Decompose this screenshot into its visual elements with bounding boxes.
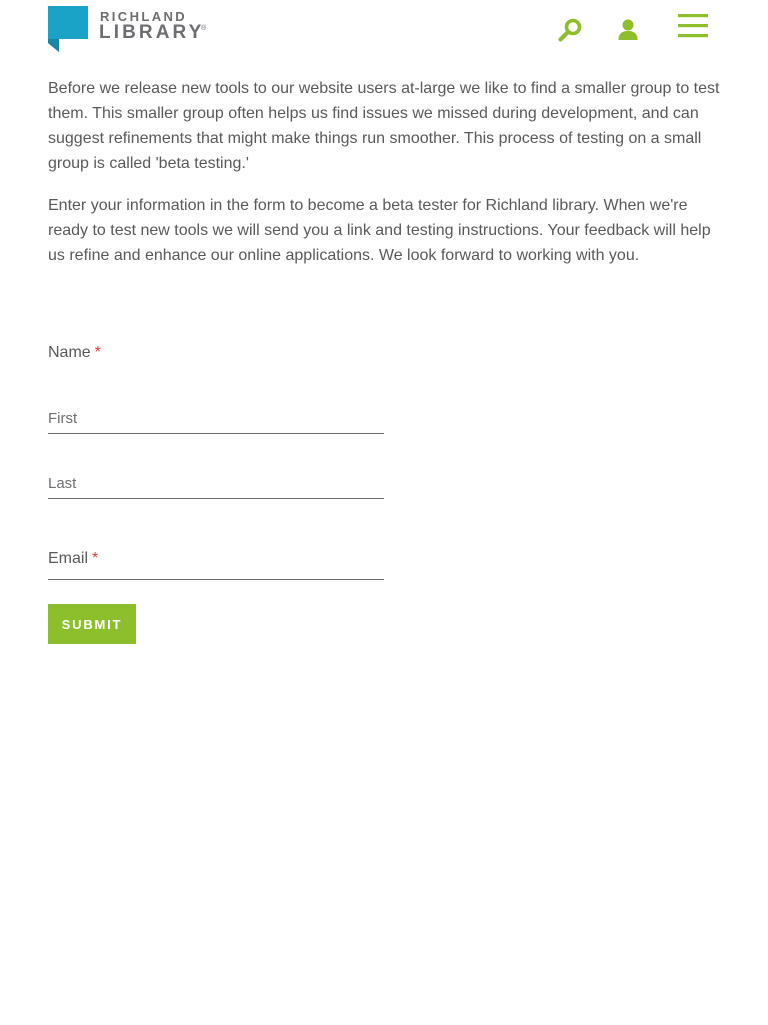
email-field: Email * xyxy=(48,548,384,580)
user-icon xyxy=(618,19,638,40)
richland-library-logo[interactable]: RICHLAND LIBRARY ® xyxy=(48,6,208,54)
name-label-text: Name xyxy=(48,344,91,361)
submit-button[interactable]: SUBMIT xyxy=(48,604,136,644)
account-button[interactable] xyxy=(612,14,644,46)
beta-tester-form: Name* Email* SUBMIT xyxy=(48,342,384,644)
name-label: Name * xyxy=(48,342,384,364)
logo-mark-icon xyxy=(48,6,88,52)
registered-mark: ® xyxy=(201,25,207,32)
logo-text-library: LIBRARY xyxy=(99,22,205,43)
required-marker: * xyxy=(94,344,101,361)
search-button[interactable] xyxy=(554,14,586,46)
email-input[interactable] xyxy=(48,548,384,578)
menu-button[interactable] xyxy=(676,11,710,41)
intro-paragraph-2: Enter your information in the form to be… xyxy=(48,197,711,264)
search-icon xyxy=(558,18,582,42)
last-name-input[interactable] xyxy=(48,469,384,499)
first-name-input[interactable] xyxy=(48,404,384,434)
hamburger-menu-icon xyxy=(678,14,708,38)
intro-paragraph-1: Before we release new tools to our websi… xyxy=(48,80,720,172)
site-header: RICHLAND LIBRARY ® xyxy=(0,0,768,60)
intro-text: Before we release new tools to our websi… xyxy=(48,76,720,285)
